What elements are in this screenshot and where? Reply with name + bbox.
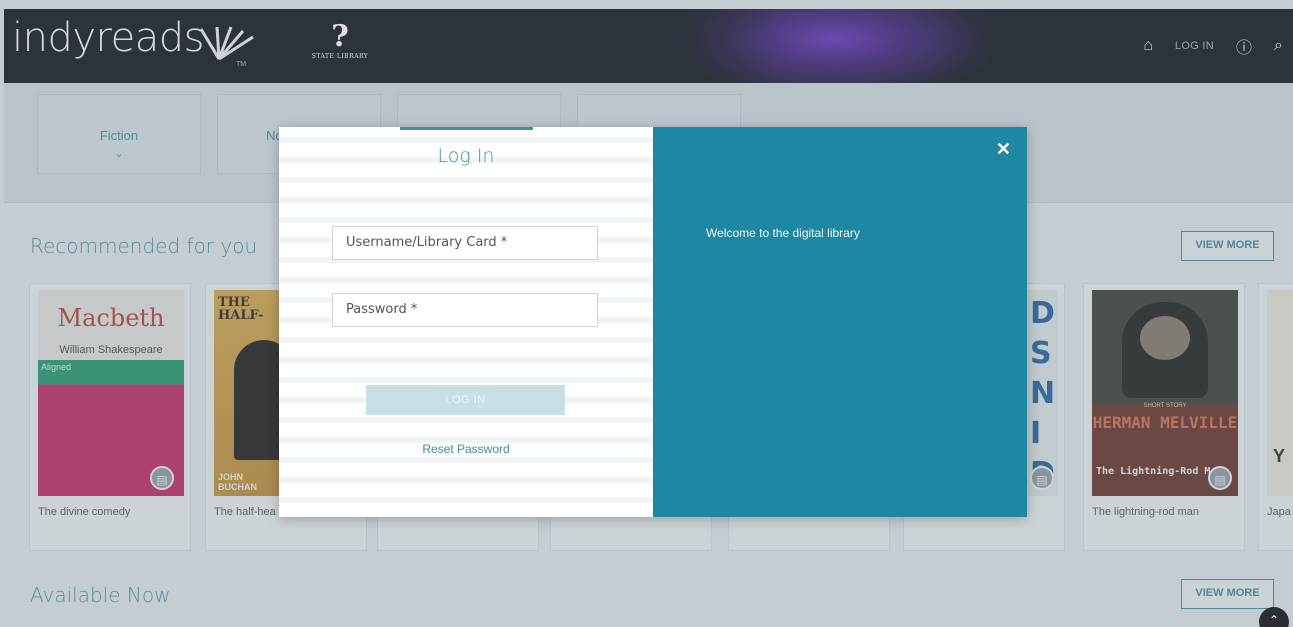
welcome-text: Welcome to the digital library: [706, 226, 860, 240]
state-library-mark: ?: [331, 19, 349, 54]
active-tab-indicator: [400, 127, 533, 130]
username-field[interactable]: Username/Library Card *: [332, 226, 598, 260]
state-library-text: STATE LIBRARY: [311, 53, 369, 60]
login-panel: Log In Username/Library Card * Password …: [279, 127, 653, 517]
tab-log-in[interactable]: Log In: [279, 145, 653, 167]
book-fan-icon: [199, 26, 254, 61]
search-icon[interactable]: ⌕: [1274, 37, 1283, 55]
help-circle-icon[interactable]: ⓘ: [1236, 34, 1252, 58]
header-login-link[interactable]: LOG IN: [1175, 40, 1214, 52]
login-modal: Log In Username/Library Card * Password …: [279, 127, 1027, 517]
welcome-panel: Welcome to the digital library ✕: [653, 127, 1027, 517]
trademark: TM: [236, 61, 247, 68]
close-icon[interactable]: ✕: [996, 139, 1011, 160]
state-library-logo[interactable]: ? STATE LIBRARY: [300, 19, 380, 61]
home-icon[interactable]: ⌂: [1143, 37, 1153, 55]
indyreads-logo[interactable]: indyreads: [12, 15, 204, 61]
header-nav: ⌂ LOG IN ⓘ ⌕: [1143, 9, 1289, 83]
reset-password-link[interactable]: Reset Password: [279, 442, 653, 456]
password-field[interactable]: Password *: [332, 293, 598, 327]
login-button[interactable]: LOG IN: [366, 385, 565, 415]
